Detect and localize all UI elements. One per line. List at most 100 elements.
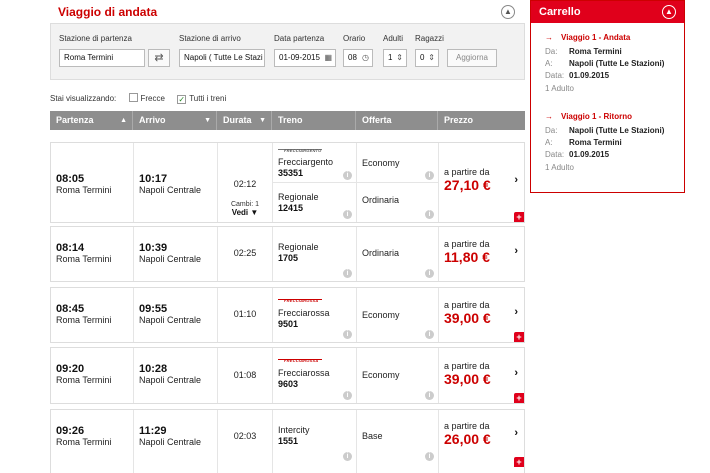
results-table-header: Partenza ▲ Arrivo ▼ Durata ▼ Treno Offerta … — [50, 111, 525, 130]
arrival-cell: 10:28 Napoli Centrale — [134, 348, 218, 403]
frecce-checkbox[interactable] — [128, 93, 138, 102]
table-row[interactable]: 08:45 Roma Termini 09:55 Napoli Centrale… — [50, 287, 525, 343]
train-segment: FRECCIARGENTO Frecciargento 35351 i — [273, 143, 356, 183]
add-to-cart-plus-icon[interactable]: + — [514, 212, 524, 222]
train-type: Frecciargento — [278, 157, 334, 167]
table-row[interactable]: 08:05 Roma Termini 10:17 Napoli Centrale… — [50, 142, 525, 223]
departure-cell: 09:26 Roma Termini — [51, 410, 134, 473]
kids-stepper[interactable]: 0 ⇕ — [415, 49, 439, 67]
chevron-right-icon[interactable]: › — [514, 427, 518, 439]
chevron-right-icon[interactable]: › — [514, 367, 518, 379]
price-prefix: a partire da — [444, 300, 490, 310]
swap-stations-icon[interactable]: ⇄ — [148, 49, 170, 67]
date-value: 01.09.2015 — [569, 150, 610, 159]
changes-count: Cambi: 1 — [230, 201, 259, 208]
view-details-link[interactable]: Vedi ▼ — [218, 208, 272, 217]
filter-row: Stai visualizzando: Frecce ✓ Tutti i tren… — [50, 93, 226, 104]
price-value: 26,00 € — [444, 431, 491, 447]
trip-date: Data: 01.09.2015 — [545, 150, 609, 159]
train-name: Intercity 1551 — [278, 425, 310, 447]
info-icon[interactable]: i — [425, 269, 434, 278]
all-trains-checkbox[interactable]: ✓ — [177, 95, 187, 104]
info-icon[interactable]: i — [425, 330, 434, 339]
filter-label: Stai visualizzando: — [50, 94, 117, 103]
logo-text: FRECCIARGENTO — [284, 148, 322, 153]
info-icon[interactable]: i — [425, 171, 434, 180]
to-value: Roma Termini — [569, 138, 622, 147]
train-segment: Regionale 12415 i — [273, 183, 356, 222]
collapse-search-chevron-up-icon[interactable]: ▲ — [501, 5, 515, 19]
info-icon[interactable]: i — [343, 330, 352, 339]
train-cell: FRECCIAROSSA Frecciarossa 9603 i — [273, 348, 357, 403]
arrival-time: 09:55 — [139, 303, 168, 315]
add-to-cart-plus-icon[interactable]: + — [514, 393, 524, 403]
collapse-cart-chevron-up-icon[interactable]: ▲ — [662, 5, 676, 19]
from-value: Roma Termini — [569, 47, 622, 56]
chevron-right-icon[interactable]: › — [514, 174, 518, 186]
departure-cell: 09:20 Roma Termini — [51, 348, 134, 403]
price-cell[interactable]: a partire da 27,10 € › + — [439, 143, 524, 222]
sort-departure-header[interactable]: Partenza ▲ — [50, 111, 133, 130]
info-icon[interactable]: i — [425, 210, 434, 219]
cart-title: Carrello — [539, 6, 581, 18]
add-to-cart-plus-icon[interactable]: + — [514, 457, 524, 467]
cart-trip-title[interactable]: → Viaggio 1 - Andata — [545, 33, 630, 42]
col-header-label: Durata — [223, 115, 252, 125]
duration-cell: 02:03 — [218, 410, 273, 473]
arrival-cell: 10:17 Napoli Centrale — [134, 143, 218, 222]
info-icon[interactable]: i — [343, 452, 352, 461]
arrival-time: 11:29 — [139, 425, 167, 437]
train-type: Frecciarossa — [278, 308, 330, 318]
price-cell[interactable]: a partire da 26,00 € › + — [439, 410, 524, 473]
trip-from: Da: Roma Termini — [545, 47, 622, 56]
chevron-right-icon[interactable]: › — [514, 306, 518, 318]
offer-segment: Ordinaria i — [357, 183, 438, 222]
sort-duration-header[interactable]: Durata ▼ — [217, 111, 272, 130]
info-icon[interactable]: i — [343, 269, 352, 278]
info-icon[interactable]: i — [343, 171, 352, 180]
info-icon[interactable]: i — [425, 391, 434, 400]
from-station-input[interactable]: Roma Termini — [59, 49, 145, 67]
arrival-time: 10:17 — [139, 173, 168, 185]
date-input[interactable]: 01-09-2015 ▦ — [274, 49, 336, 67]
table-row[interactable]: 08:14 Roma Termini 10:39 Napoli Centrale… — [50, 226, 525, 282]
add-to-cart-plus-icon[interactable]: + — [514, 332, 524, 342]
time-value: 08 — [348, 53, 357, 62]
table-row[interactable]: 09:20 Roma Termini 10:28 Napoli Centrale… — [50, 347, 525, 404]
price-cell[interactable]: a partire da 11,80 € › — [439, 227, 524, 281]
price-prefix: a partire da — [444, 421, 490, 431]
to-station-input[interactable]: Napoli ( Tutte Le Stazi — [179, 49, 265, 67]
info-icon[interactable]: i — [343, 210, 352, 219]
adult-count: 1 — [545, 84, 550, 93]
cart-trip-title[interactable]: → Viaggio 1 - Ritorno — [545, 112, 632, 121]
trip-from: Da: Napoli (Tutte Le Stazioni) — [545, 126, 664, 135]
departure-station: Roma Termini — [56, 375, 112, 385]
chevron-right-icon[interactable]: › — [514, 245, 518, 257]
duration: 02:03 — [233, 431, 257, 441]
table-row[interactable]: 09:26 Roma Termini 11:29 Napoli Centrale… — [50, 409, 525, 473]
update-search-button[interactable]: Aggiorna — [447, 49, 497, 67]
trip-passengers: 1 Adulto — [545, 84, 574, 93]
train-name: Regionale 1705 — [278, 242, 319, 264]
offer-cell: Ordinaria i — [357, 227, 439, 281]
info-icon[interactable]: i — [425, 452, 434, 461]
train-cell: FRECCIAROSSA Frecciarossa 9501 i — [273, 288, 357, 342]
trip-to: A: Napoli (Tutte Le Stazioni) — [545, 59, 664, 68]
price-cell[interactable]: a partire da 39,00 € › + — [439, 348, 524, 403]
kids-value: 0 — [420, 53, 425, 62]
offer-name: Base — [362, 431, 383, 441]
view-details-label: Vedi — [231, 208, 249, 217]
from-key: Da: — [545, 47, 558, 56]
search-form: Stazione di partenza Roma Termini ⇄ Staz… — [50, 24, 525, 80]
time-select[interactable]: 08 ◷ — [343, 49, 373, 67]
adults-stepper[interactable]: 1 ⇕ — [383, 49, 407, 67]
price-cell[interactable]: a partire da 39,00 € › + — [439, 288, 524, 342]
arrival-time: 10:39 — [139, 242, 168, 254]
offer-name: Economy — [362, 158, 400, 168]
kids-label: Ragazzi — [415, 34, 444, 43]
info-icon[interactable]: i — [343, 391, 352, 400]
sort-arrival-header[interactable]: Arrivo ▼ — [133, 111, 217, 130]
offer-cell: Economy i — [357, 288, 439, 342]
train-name: Regionale 12415 — [278, 192, 319, 214]
date-key: Data: — [545, 71, 565, 80]
